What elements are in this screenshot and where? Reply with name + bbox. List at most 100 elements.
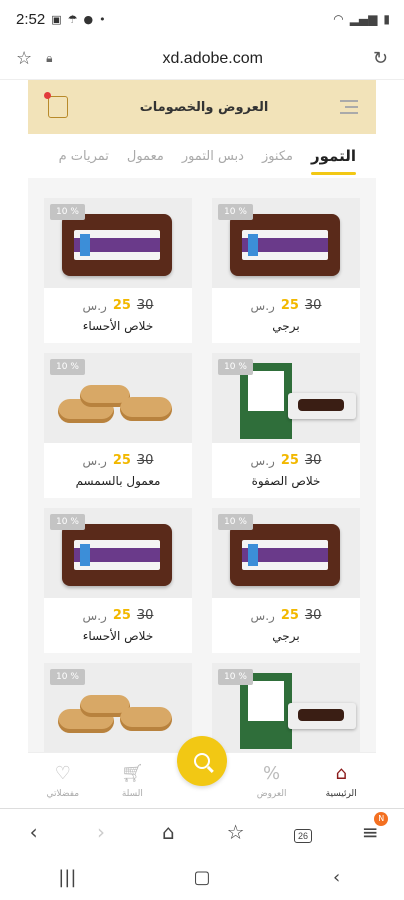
browser-toolbar: ‹ › ⌂ ☆ 26 ≡ N — [0, 808, 404, 854]
tab-dibs[interactable]: دبس التمور — [182, 139, 244, 174]
old-price: 30 — [304, 608, 322, 623]
app-header: العروض والخصومات — [28, 80, 376, 134]
status-left: 2:52 ▣ ☂ ● • — [16, 11, 106, 28]
tab-maknooz[interactable]: مكنوز — [262, 139, 293, 174]
product-name: برجي — [272, 319, 300, 333]
product-card[interactable]: 10 % 30 25 ر.س معمول بالسمسم — [44, 353, 192, 498]
wifi-icon: ◠ — [333, 12, 344, 26]
facebook-icon: ● — [83, 12, 94, 26]
product-card[interactable]: 10 % 30 25 ر.س خلاص الأحساء — [44, 508, 192, 653]
bag-notification-dot — [44, 92, 51, 99]
currency: ر.س — [250, 453, 275, 468]
product-image: 10 % — [44, 508, 192, 598]
product-card[interactable]: 10 % 30 25 ر.س برجي — [212, 198, 360, 343]
nav-favorites-label: مفضلاتي — [46, 788, 80, 799]
price-row: 30 25 ر.س — [44, 453, 192, 468]
new-price: 25 — [280, 298, 299, 313]
product-card[interactable]: 10 % 30 25 ر.س خلاص الأحساء — [44, 198, 192, 343]
dates-pack-image — [62, 524, 172, 586]
product-image: 10 % — [44, 663, 192, 752]
notification-badge: N — [374, 811, 389, 826]
old-price: 30 — [136, 608, 154, 623]
nav-home-label: الرئيسية — [325, 788, 357, 799]
nav-offers-label: العروض — [256, 788, 287, 799]
nav-cart-label: السلة — [121, 788, 143, 799]
battery-icon: ▮ — [383, 12, 390, 26]
currency: ر.س — [250, 608, 275, 623]
back-icon[interactable]: ‹ — [14, 820, 54, 844]
lock-icon[interactable]: 🔒︎ — [46, 51, 52, 66]
bookmark-star-icon[interactable]: ☆ — [16, 48, 32, 69]
heart-icon: ♡ — [54, 762, 71, 784]
new-price: 25 — [112, 298, 131, 313]
discount-badge: 10 % — [218, 669, 253, 685]
discount-badge: 10 % — [50, 204, 85, 220]
system-home-icon[interactable]: ▢ — [172, 867, 232, 888]
percent-icon: % — [263, 762, 281, 784]
currency: ر.س — [250, 298, 275, 313]
dates-tray-image — [288, 393, 356, 419]
cart-icon: 🛒︎ — [120, 762, 144, 784]
search-icon — [194, 753, 210, 769]
recent-apps-icon[interactable]: ||| — [37, 867, 97, 888]
price-row: 30 25 ر.س — [44, 608, 192, 623]
currency: ر.س — [82, 453, 107, 468]
browser-home-icon[interactable]: ⌂ — [148, 820, 188, 844]
nav-offers[interactable]: % العروض — [244, 763, 300, 799]
menu-icon[interactable] — [339, 100, 358, 114]
nav-cart[interactable]: 🛒︎ السلة — [104, 763, 160, 799]
signal-icon: ▂▄▆ — [349, 12, 378, 26]
product-name: معمول بالسمسم — [75, 474, 161, 488]
new-price: 25 — [280, 608, 299, 623]
dates-pack-image — [230, 524, 340, 586]
reload-icon[interactable]: ↻ — [373, 48, 388, 69]
product-name: خلاص الأحساء — [82, 319, 154, 333]
nav-home[interactable]: ⌂ الرئيسية — [313, 763, 369, 799]
discount-badge: 10 % — [218, 514, 253, 530]
url-text[interactable]: xd.adobe.com — [162, 50, 263, 68]
product-image: 10 % — [212, 663, 360, 752]
url-left: ☆ 🔒︎ — [16, 48, 53, 69]
product-image: 10 % — [212, 198, 360, 288]
nav-favorites[interactable]: ♡ مفضلاتي — [35, 763, 91, 799]
dates-tray-image — [288, 703, 356, 729]
product-image: 10 % — [212, 508, 360, 598]
product-card[interactable]: 10 % — [212, 663, 360, 752]
system-nav-bar: ||| ▢ ‹ — [0, 854, 404, 900]
bookmarks-icon[interactable]: ☆ — [216, 820, 256, 844]
price-row: 30 25 ر.س — [212, 608, 360, 623]
dates-pack-image — [62, 214, 172, 276]
status-bar: 2:52 ▣ ☂ ● • ◠ ▂▄▆ ▮ — [0, 0, 404, 38]
dates-pack-image — [230, 214, 340, 276]
tab-tamriyat[interactable]: تمريات م — [59, 139, 109, 174]
new-price: 25 — [280, 453, 299, 468]
product-card[interactable]: 10 % 30 25 ر.س برجي — [212, 508, 360, 653]
price-row: 30 25 ر.س — [44, 298, 192, 313]
old-price: 30 — [136, 453, 154, 468]
status-time: 2:52 — [16, 10, 46, 28]
tab-tamour[interactable]: التمور — [311, 137, 356, 175]
system-back-icon[interactable]: ‹ — [307, 867, 367, 888]
product-card[interactable]: 10 % — [44, 663, 192, 752]
tabs-button[interactable]: 26 — [283, 820, 323, 844]
dot-icon: • — [99, 12, 106, 26]
browser-menu-icon[interactable]: ≡ N — [350, 811, 390, 844]
forward-icon[interactable]: › — [81, 820, 121, 844]
discount-badge: 10 % — [50, 514, 85, 530]
discount-badge: 10 % — [218, 204, 253, 220]
discount-badge: 10 % — [218, 359, 253, 375]
tabs-count: 26 — [293, 828, 312, 843]
shopping-bag-icon[interactable] — [44, 92, 68, 118]
product-card[interactable]: 10 % 30 25 ر.س خلاص الصفوة — [212, 353, 360, 498]
search-button[interactable] — [177, 736, 227, 786]
price-row: 30 25 ر.س — [212, 453, 360, 468]
currency: ر.س — [82, 608, 107, 623]
home-icon: ⌂ — [335, 762, 347, 784]
tab-maamoul[interactable]: معمول — [127, 139, 164, 174]
old-price: 30 — [304, 453, 322, 468]
app-page: العروض والخصومات التمور مكنوز دبس التمور… — [28, 80, 376, 752]
browser-url-bar: ☆ 🔒︎ xd.adobe.com ↻ — [0, 38, 404, 80]
product-grid: 10 % 30 25 ر.س برجي 10 % 30 25 ر.س خلاص … — [28, 178, 376, 752]
new-price: 25 — [112, 608, 131, 623]
price-row: 30 25 ر.س — [212, 298, 360, 313]
